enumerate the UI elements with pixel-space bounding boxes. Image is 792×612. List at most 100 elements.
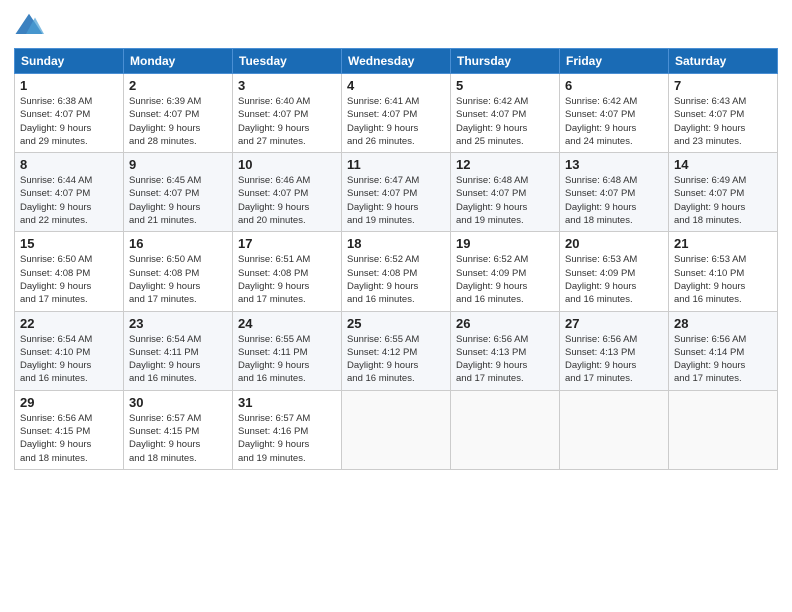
- day-info: Sunrise: 6:55 AM Sunset: 4:11 PM Dayligh…: [238, 333, 336, 386]
- day-info: Sunrise: 6:53 AM Sunset: 4:10 PM Dayligh…: [674, 253, 772, 306]
- day-info: Sunrise: 6:39 AM Sunset: 4:07 PM Dayligh…: [129, 95, 227, 148]
- calendar-cell: [669, 390, 778, 469]
- daylight-label: Daylight: 9 hours: [238, 281, 309, 292]
- sunrise-label: Sunrise: 6:54 AM: [129, 334, 201, 345]
- day-number: 22: [20, 316, 118, 331]
- sunset-label: Sunset: 4:07 PM: [456, 188, 526, 199]
- daylight-label: Daylight: 9 hours: [347, 123, 418, 134]
- calendar-cell: 26 Sunrise: 6:56 AM Sunset: 4:13 PM Dayl…: [451, 311, 560, 390]
- day-info: Sunrise: 6:43 AM Sunset: 4:07 PM Dayligh…: [674, 95, 772, 148]
- day-number: 10: [238, 157, 336, 172]
- header: [14, 10, 778, 40]
- day-info: Sunrise: 6:56 AM Sunset: 4:15 PM Dayligh…: [20, 412, 118, 465]
- daylight-label: Daylight: 9 hours: [565, 202, 636, 213]
- day-info: Sunrise: 6:56 AM Sunset: 4:13 PM Dayligh…: [565, 333, 663, 386]
- sunset-label: Sunset: 4:15 PM: [129, 426, 199, 437]
- day-info: Sunrise: 6:52 AM Sunset: 4:09 PM Dayligh…: [456, 253, 554, 306]
- day-number: 2: [129, 78, 227, 93]
- sunrise-label: Sunrise: 6:51 AM: [238, 254, 310, 265]
- sunrise-label: Sunrise: 6:48 AM: [456, 175, 528, 186]
- daylight-label: Daylight: 9 hours: [238, 202, 309, 213]
- sunrise-label: Sunrise: 6:44 AM: [20, 175, 92, 186]
- daylight-label: Daylight: 9 hours: [129, 281, 200, 292]
- daylight-label: Daylight: 9 hours: [565, 123, 636, 134]
- daylight-label: Daylight: 9 hours: [129, 202, 200, 213]
- daylight-label: Daylight: 9 hours: [347, 281, 418, 292]
- sunset-label: Sunset: 4:07 PM: [238, 109, 308, 120]
- sunrise-label: Sunrise: 6:57 AM: [129, 413, 201, 424]
- daylight-value: and 16 minutes.: [347, 373, 415, 384]
- calendar-cell: 7 Sunrise: 6:43 AM Sunset: 4:07 PM Dayli…: [669, 74, 778, 153]
- daylight-value: and 25 minutes.: [456, 136, 524, 147]
- day-info: Sunrise: 6:46 AM Sunset: 4:07 PM Dayligh…: [238, 174, 336, 227]
- sunrise-label: Sunrise: 6:56 AM: [674, 334, 746, 345]
- sunrise-label: Sunrise: 6:50 AM: [129, 254, 201, 265]
- daylight-value: and 18 minutes.: [565, 215, 633, 226]
- day-number: 19: [456, 236, 554, 251]
- day-number: 16: [129, 236, 227, 251]
- daylight-label: Daylight: 9 hours: [238, 360, 309, 371]
- day-of-week-header: Wednesday: [342, 49, 451, 74]
- day-number: 25: [347, 316, 445, 331]
- daylight-label: Daylight: 9 hours: [456, 123, 527, 134]
- daylight-label: Daylight: 9 hours: [456, 202, 527, 213]
- sunrise-label: Sunrise: 6:50 AM: [20, 254, 92, 265]
- calendar-cell: 15 Sunrise: 6:50 AM Sunset: 4:08 PM Dayl…: [15, 232, 124, 311]
- daylight-value: and 17 minutes.: [129, 294, 197, 305]
- day-number: 21: [674, 236, 772, 251]
- day-info: Sunrise: 6:50 AM Sunset: 4:08 PM Dayligh…: [20, 253, 118, 306]
- day-number: 4: [347, 78, 445, 93]
- sunset-label: Sunset: 4:07 PM: [20, 188, 90, 199]
- day-number: 3: [238, 78, 336, 93]
- sunrise-label: Sunrise: 6:45 AM: [129, 175, 201, 186]
- sunrise-label: Sunrise: 6:49 AM: [674, 175, 746, 186]
- day-of-week-header: Friday: [560, 49, 669, 74]
- daylight-value: and 17 minutes.: [20, 294, 88, 305]
- sunset-label: Sunset: 4:11 PM: [129, 347, 199, 358]
- daylight-label: Daylight: 9 hours: [20, 281, 91, 292]
- daylight-label: Daylight: 9 hours: [20, 439, 91, 450]
- sunset-label: Sunset: 4:07 PM: [20, 109, 90, 120]
- logo: [14, 10, 48, 40]
- day-info: Sunrise: 6:47 AM Sunset: 4:07 PM Dayligh…: [347, 174, 445, 227]
- calendar-cell: 6 Sunrise: 6:42 AM Sunset: 4:07 PM Dayli…: [560, 74, 669, 153]
- daylight-value: and 21 minutes.: [129, 215, 197, 226]
- sunset-label: Sunset: 4:07 PM: [129, 188, 199, 199]
- daylight-label: Daylight: 9 hours: [565, 281, 636, 292]
- daylight-value: and 19 minutes.: [347, 215, 415, 226]
- sunset-label: Sunset: 4:14 PM: [674, 347, 744, 358]
- daylight-label: Daylight: 9 hours: [129, 360, 200, 371]
- day-number: 17: [238, 236, 336, 251]
- day-info: Sunrise: 6:52 AM Sunset: 4:08 PM Dayligh…: [347, 253, 445, 306]
- daylight-label: Daylight: 9 hours: [674, 202, 745, 213]
- calendar-week-row: 1 Sunrise: 6:38 AM Sunset: 4:07 PM Dayli…: [15, 74, 778, 153]
- calendar-week-row: 8 Sunrise: 6:44 AM Sunset: 4:07 PM Dayli…: [15, 153, 778, 232]
- sunset-label: Sunset: 4:07 PM: [565, 109, 635, 120]
- calendar-week-row: 15 Sunrise: 6:50 AM Sunset: 4:08 PM Dayl…: [15, 232, 778, 311]
- day-info: Sunrise: 6:48 AM Sunset: 4:07 PM Dayligh…: [456, 174, 554, 227]
- sunset-label: Sunset: 4:10 PM: [674, 268, 744, 279]
- calendar-week-row: 29 Sunrise: 6:56 AM Sunset: 4:15 PM Dayl…: [15, 390, 778, 469]
- day-number: 12: [456, 157, 554, 172]
- day-of-week-header: Sunday: [15, 49, 124, 74]
- daylight-value: and 18 minutes.: [674, 215, 742, 226]
- sunset-label: Sunset: 4:12 PM: [347, 347, 417, 358]
- day-number: 9: [129, 157, 227, 172]
- daylight-value: and 17 minutes.: [456, 373, 524, 384]
- sunset-label: Sunset: 4:08 PM: [20, 268, 90, 279]
- sunset-label: Sunset: 4:07 PM: [238, 188, 308, 199]
- days-header-row: SundayMondayTuesdayWednesdayThursdayFrid…: [15, 49, 778, 74]
- day-of-week-header: Thursday: [451, 49, 560, 74]
- day-info: Sunrise: 6:54 AM Sunset: 4:11 PM Dayligh…: [129, 333, 227, 386]
- day-number: 20: [565, 236, 663, 251]
- calendar-cell: 20 Sunrise: 6:53 AM Sunset: 4:09 PM Dayl…: [560, 232, 669, 311]
- day-info: Sunrise: 6:44 AM Sunset: 4:07 PM Dayligh…: [20, 174, 118, 227]
- daylight-label: Daylight: 9 hours: [347, 360, 418, 371]
- calendar-cell: 9 Sunrise: 6:45 AM Sunset: 4:07 PM Dayli…: [124, 153, 233, 232]
- day-number: 14: [674, 157, 772, 172]
- day-info: Sunrise: 6:45 AM Sunset: 4:07 PM Dayligh…: [129, 174, 227, 227]
- day-number: 11: [347, 157, 445, 172]
- sunset-label: Sunset: 4:09 PM: [456, 268, 526, 279]
- day-info: Sunrise: 6:56 AM Sunset: 4:13 PM Dayligh…: [456, 333, 554, 386]
- calendar-cell: 3 Sunrise: 6:40 AM Sunset: 4:07 PM Dayli…: [233, 74, 342, 153]
